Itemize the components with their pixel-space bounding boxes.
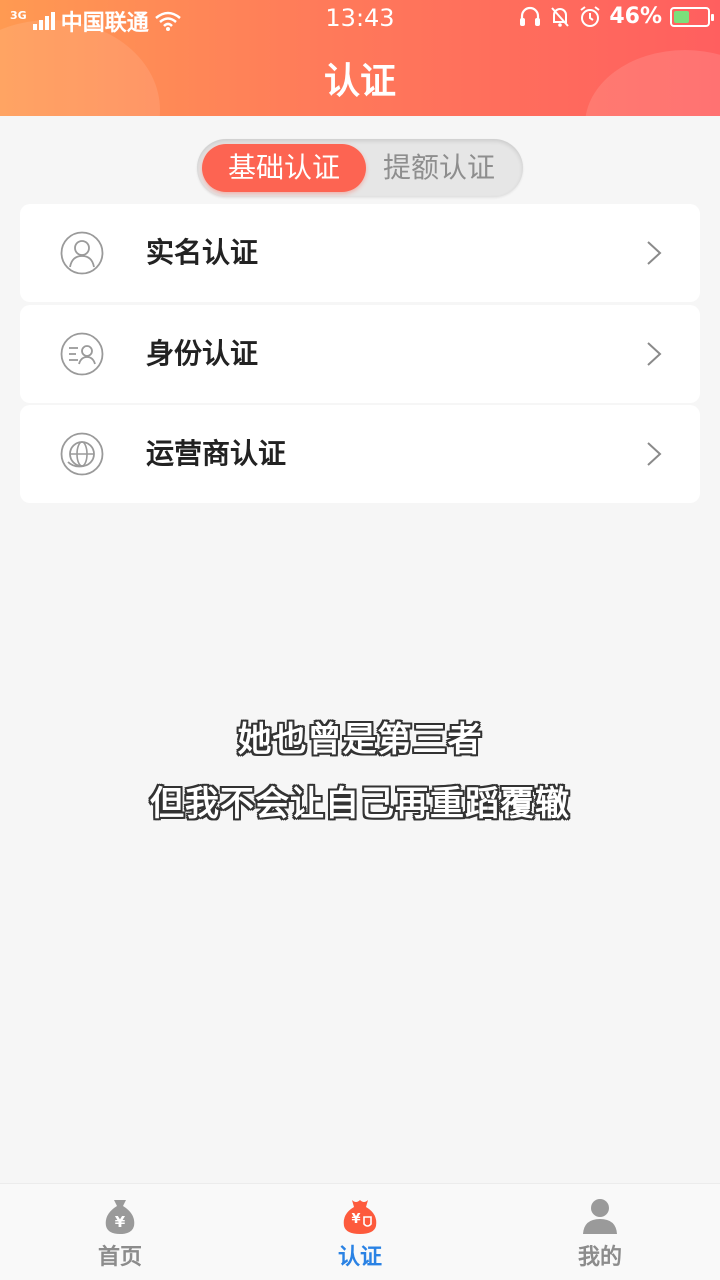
globe-icon: [60, 432, 104, 476]
tab-limit-verify[interactable]: 提额认证: [357, 144, 521, 192]
svg-text:¥: ¥: [351, 1212, 360, 1227]
subtitle-line-2: 但我不会让自己再重蹈覆辙: [150, 784, 570, 824]
person-icon: [583, 1199, 617, 1234]
verify-bag-icon: ¥: [343, 1200, 377, 1234]
bottom-nav: ¥ 首页 ¥ 认证 我的: [0, 1183, 720, 1280]
tab-home[interactable]: ¥ 首页: [40, 1184, 200, 1280]
tab-label: 我的: [577, 1245, 622, 1270]
verify-type-segment: 基础认证 提额认证: [197, 139, 523, 197]
header: 3G 中国联通 13:43 46% 认证: [0, 0, 720, 116]
chevron-right-icon: [647, 241, 662, 265]
user-icon: [60, 231, 104, 275]
list-item-real-name[interactable]: 实名认证: [20, 204, 700, 302]
tab-label: 首页: [97, 1245, 142, 1270]
list-item-label: 运营商认证: [146, 437, 287, 470]
tab-label: 认证: [337, 1245, 382, 1270]
svg-text:¥: ¥: [115, 1213, 126, 1231]
tab-basic-verify[interactable]: 基础认证: [202, 144, 366, 192]
chevron-right-icon: [647, 342, 662, 366]
headset-icon: [520, 6, 541, 26]
chevron-right-icon: [647, 442, 662, 466]
list-item-carrier[interactable]: 运营商认证: [20, 405, 700, 503]
tab-mine[interactable]: 我的: [520, 1184, 680, 1280]
status-bar: 3G 中国联通 13:43 46%: [0, 0, 720, 36]
subtitle-line-1: 她也曾是第三者: [237, 720, 483, 760]
battery-level: [674, 10, 689, 23]
money-bag-icon: ¥: [105, 1200, 135, 1234]
mute-icon: [551, 6, 570, 27]
battery-icon: [670, 6, 714, 27]
list-item-label: 实名认证: [146, 236, 259, 269]
tab-verify[interactable]: ¥ 认证: [280, 1184, 440, 1280]
battery-percent: 46%: [609, 4, 662, 29]
alarm-icon: [580, 5, 600, 27]
id-card-icon: [60, 332, 104, 376]
page-title: 认证: [323, 61, 396, 102]
list-item-label: 身份认证: [146, 337, 259, 370]
list-item-identity[interactable]: 身份认证: [20, 305, 700, 403]
